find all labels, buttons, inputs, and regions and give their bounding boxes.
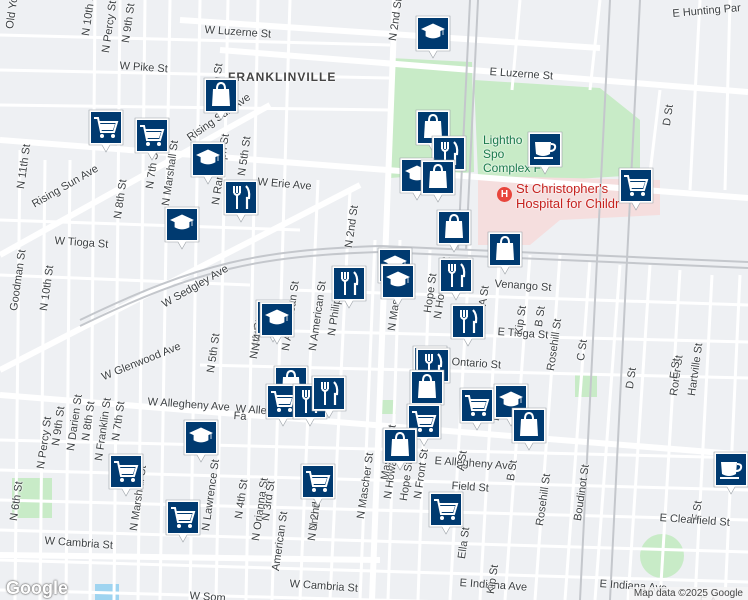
street-label: Fa [233,410,247,423]
poi-marker-shopping[interactable] [510,406,548,452]
fork-knife-icon [450,303,486,347]
poi-marker-grocery[interactable] [427,490,465,536]
fork-knife-icon [311,375,347,419]
hospital-icon[interactable]: H [497,187,512,202]
graduation-cap-icon [259,301,295,345]
poi-marker-school[interactable] [163,205,201,251]
coffee-cup-icon [713,451,748,495]
fork-knife-icon [438,257,474,301]
shopping-bag-icon [436,209,472,253]
poi-marker-grocery[interactable] [87,108,125,154]
poi-marker-grocery[interactable] [617,166,655,212]
poi-marker-cafe[interactable] [526,130,564,176]
poi-marker-school[interactable] [414,14,452,60]
poi-marker-restaurant[interactable] [310,374,348,420]
poi-marker-grocery[interactable] [107,452,145,498]
poi-marker-shopping[interactable] [381,426,419,472]
poi-marker-grocery[interactable] [458,386,496,432]
hospital-label[interactable]: St Christopher's Hospital for Childr [516,181,619,211]
poi-marker-grocery[interactable] [299,462,337,508]
shopping-cart-icon [618,167,654,211]
map-attribution[interactable]: Map data ©2025 Google [628,587,748,600]
poi-marker-restaurant[interactable] [437,256,475,302]
poi-marker-cafe[interactable] [712,450,748,496]
graduation-cap-icon [183,419,219,463]
shopping-bag-icon [420,159,456,203]
shopping-bag-icon [382,427,418,471]
shopping-cart-icon [108,453,144,497]
poi-marker-shopping[interactable] [486,230,524,276]
poi-marker-restaurant[interactable] [222,178,260,224]
shopping-bag-icon [511,407,547,451]
shopping-cart-icon [165,499,201,543]
graduation-cap-icon [380,263,416,307]
graduation-cap-icon [415,15,451,59]
poi-marker-school[interactable] [182,418,220,464]
map-canvas[interactable]: FRANKLINVILLE Lightho Spo Complex F H St… [0,0,748,600]
map-base-layer [0,0,748,600]
coffee-cup-icon [527,131,563,175]
google-logo: Google [6,578,68,598]
poi-marker-school[interactable] [379,262,417,308]
fork-knife-icon [223,179,259,223]
shopping-bag-icon [487,231,523,275]
shopping-cart-icon [428,491,464,535]
poi-marker-grocery[interactable] [133,116,171,162]
fork-knife-icon [331,265,367,309]
poi-marker-grocery[interactable] [164,498,202,544]
shopping-cart-icon [88,109,124,153]
shopping-cart-icon [459,387,495,431]
area-label-franklinville: FRANKLINVILLE [228,70,337,84]
poi-marker-shopping[interactable] [202,76,240,122]
shopping-bag-icon [203,77,239,121]
shopping-cart-icon [134,117,170,161]
poi-marker-restaurant[interactable] [330,264,368,310]
street-label: W Som [189,590,226,600]
graduation-cap-icon [164,206,200,250]
poi-marker-shopping[interactable] [435,208,473,254]
poi-marker-restaurant[interactable] [449,302,487,348]
poi-marker-shopping[interactable] [419,158,457,204]
poi-marker-school[interactable] [258,300,296,346]
shopping-cart-icon [300,463,336,507]
